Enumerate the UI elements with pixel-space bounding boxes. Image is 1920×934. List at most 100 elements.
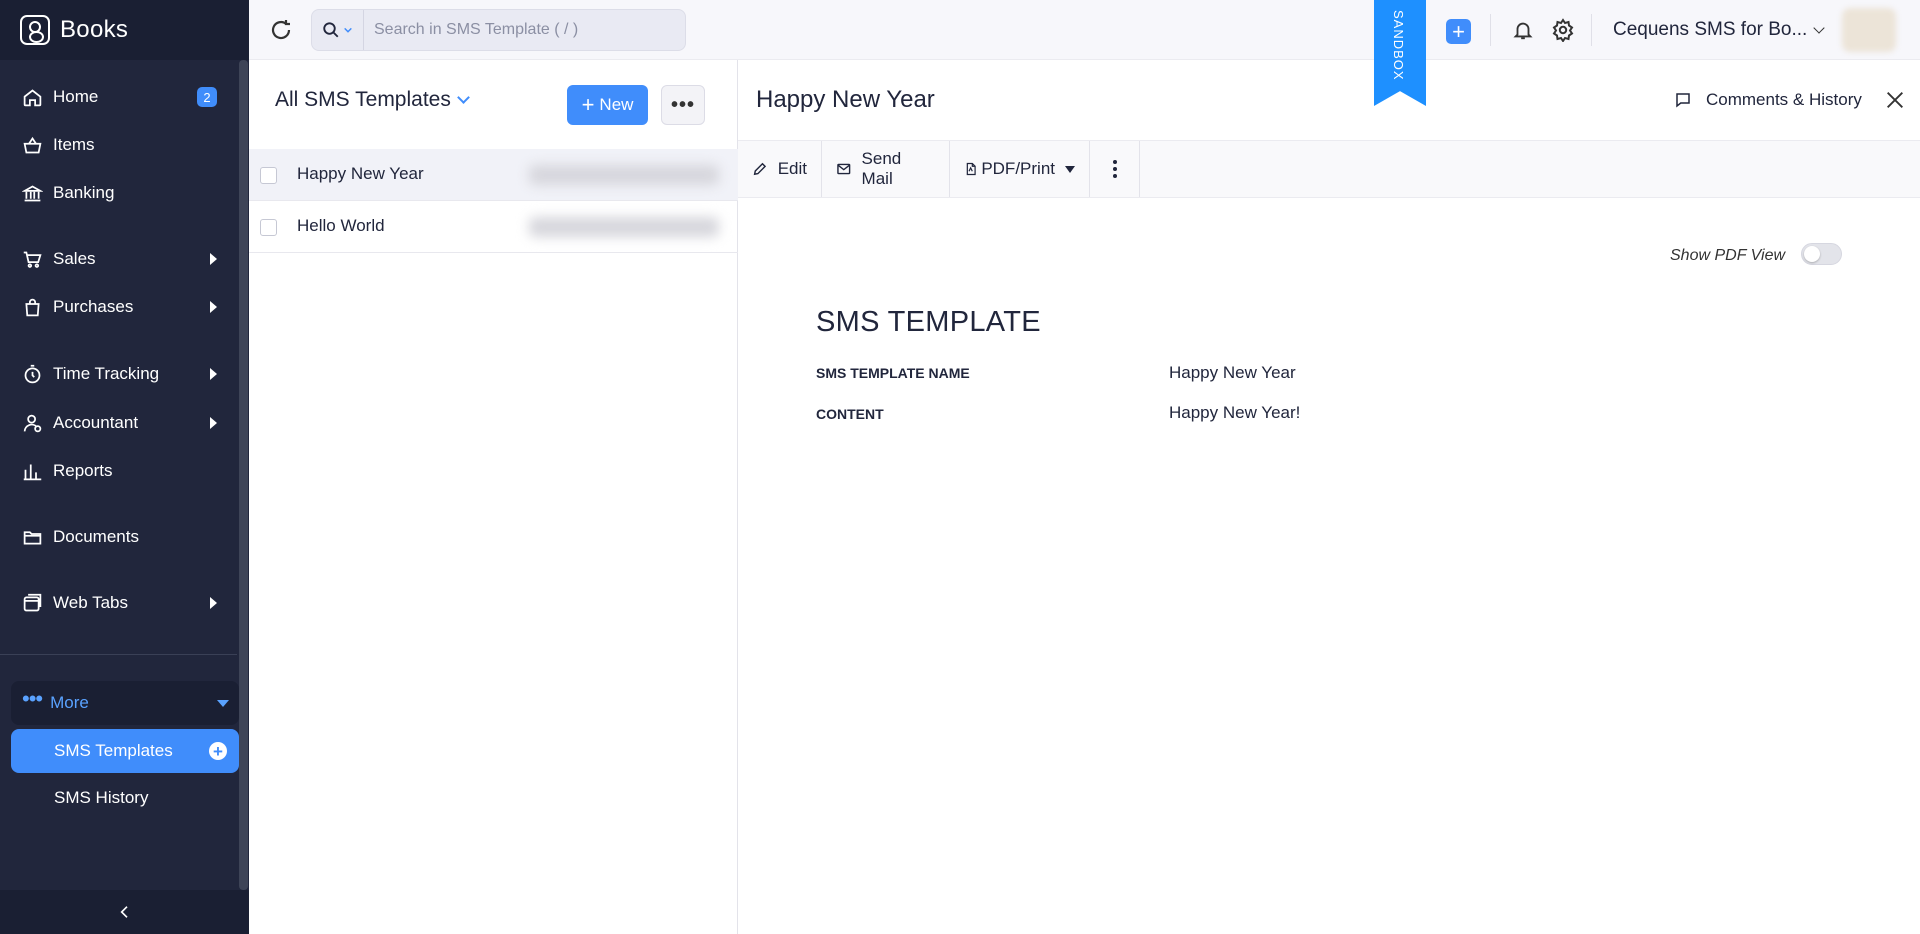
cart-icon: [23, 251, 42, 268]
submenu-caret-icon: [210, 368, 217, 380]
sidebar-item-sms-history[interactable]: SMS History: [11, 776, 239, 820]
user-icon: [23, 414, 42, 432]
bell-icon[interactable]: [1512, 19, 1534, 41]
redacted-content: [529, 165, 719, 185]
app-logo[interactable]: Books: [0, 0, 249, 60]
document-heading: SMS TEMPLATE: [816, 306, 1041, 338]
timer-icon: [24, 364, 41, 383]
submenu-caret-icon: [210, 417, 217, 429]
sidebar-item-web-tabs[interactable]: Web Tabs: [0, 581, 237, 625]
sidebar-scrollbar[interactable]: [239, 60, 248, 890]
detail-pane: Happy New Year Comments & History Edit S…: [738, 60, 1920, 934]
more-options-button[interactable]: [1090, 141, 1140, 197]
home-icon: [23, 88, 42, 106]
sidebar-divider: [0, 654, 237, 655]
new-button[interactable]: + New: [567, 85, 648, 125]
dropdown-caret-icon: [1065, 165, 1075, 173]
row-checkbox[interactable]: [260, 219, 277, 236]
sidebar-item-label: Sales: [53, 249, 96, 268]
redacted-content: [529, 217, 719, 237]
sidebar-item-accountant[interactable]: Accountant: [0, 401, 237, 445]
sidebar-item-documents[interactable]: Documents: [0, 515, 237, 559]
gear-icon[interactable]: [1551, 18, 1575, 42]
sandbox-ribbon: SANDBOX: [1374, 0, 1426, 106]
comments-history-button[interactable]: Comments & History: [1674, 90, 1862, 110]
chevron-left-icon: [119, 906, 128, 918]
kebab-menu-icon: [1112, 160, 1117, 178]
edit-label: Edit: [777, 159, 807, 178]
sidebar-item-purchases[interactable]: Purchases: [0, 285, 237, 329]
comments-history-label: Comments & History: [1706, 90, 1862, 109]
sandbox-label: SANDBOX: [1391, 10, 1406, 81]
table-row[interactable]: Hello World: [249, 201, 738, 253]
sidebar-item-home[interactable]: Home 2: [0, 75, 237, 119]
sidebar-item-label: Banking: [53, 183, 115, 202]
pdf-file-icon: [966, 162, 976, 176]
add-sms-template-icon[interactable]: +: [209, 742, 227, 760]
topbar-divider: [1490, 14, 1491, 46]
plus-icon: +: [581, 92, 595, 117]
sidebar-item-label: SMS History: [54, 788, 149, 807]
show-pdf-view-toggle[interactable]: [1801, 243, 1842, 265]
field-value-content: Happy New Year!: [1169, 403, 1301, 422]
tabs-icon: [23, 593, 42, 611]
bar-chart-icon: [23, 464, 42, 480]
row-name: Happy New Year: [297, 164, 424, 183]
table-row[interactable]: Happy New Year: [249, 149, 738, 201]
view-title: All SMS Templates: [275, 88, 451, 111]
pencil-icon: [753, 162, 767, 176]
search-box: [311, 9, 686, 51]
search-icon: [323, 22, 339, 38]
pdf-print-button[interactable]: PDF/Print: [950, 141, 1090, 197]
list-pane: All SMS Templates + New ••• Happy New Ye…: [249, 60, 738, 934]
sidebar-item-items[interactable]: Items: [0, 123, 237, 167]
more-dots-icon: •••: [22, 686, 43, 711]
collapse-sidebar-button[interactable]: [0, 890, 249, 934]
close-icon[interactable]: [1884, 89, 1906, 111]
refresh-icon[interactable]: [269, 18, 293, 42]
sidebar-item-sales[interactable]: Sales: [0, 237, 237, 281]
quick-create-button[interactable]: +: [1446, 19, 1471, 44]
sidebar-item-label: Web Tabs: [53, 593, 128, 612]
chevron-down-icon: [1813, 21, 1825, 34]
row-name: Hello World: [297, 216, 385, 235]
send-mail-button[interactable]: Send Mail: [822, 141, 950, 197]
field-label-content: CONTENT: [816, 406, 884, 422]
chevron-down-icon: [217, 700, 229, 707]
chevron-down-icon: [456, 90, 470, 104]
sidebar-item-banking[interactable]: Banking: [0, 171, 237, 215]
submenu-caret-icon: [210, 597, 217, 609]
more-actions-button[interactable]: •••: [661, 85, 705, 125]
pdf-print-label: PDF/Print: [981, 159, 1055, 178]
books-logo-icon: [20, 15, 50, 45]
field-value-template-name: Happy New Year: [1169, 363, 1296, 382]
new-button-label: New: [599, 95, 634, 114]
sidebar-item-label: Items: [53, 135, 95, 154]
basket-icon: [23, 136, 42, 153]
sidebar-more[interactable]: ••• More: [11, 681, 239, 725]
search-input[interactable]: [364, 21, 664, 39]
page-title: Happy New Year: [756, 86, 935, 113]
more-label: More: [50, 693, 89, 712]
sidebar-item-sms-templates[interactable]: SMS Templates +: [11, 729, 239, 773]
show-pdf-view-label: Show PDF View: [1670, 247, 1786, 264]
sidebar-item-label: Purchases: [53, 297, 134, 316]
toggle-knob: [1804, 246, 1820, 262]
organization-name: Cequens SMS for Bo...: [1613, 19, 1808, 40]
sidebar-item-reports[interactable]: Reports: [0, 449, 237, 493]
search-scope-dropdown[interactable]: [312, 10, 364, 50]
edit-button[interactable]: Edit: [738, 141, 822, 197]
field-label-template-name: SMS TEMPLATE NAME: [816, 365, 970, 381]
organization-switcher[interactable]: Cequens SMS for Bo...: [1613, 19, 1825, 41]
top-bar: SANDBOX + Cequens SMS for Bo...: [249, 0, 1920, 106]
avatar[interactable]: [1842, 8, 1896, 52]
submenu-caret-icon: [210, 301, 217, 313]
detail-toolbar: Edit Send Mail PDF/Print: [738, 140, 1920, 198]
view-selector[interactable]: All SMS Templates: [275, 88, 470, 112]
bank-icon: [22, 184, 43, 201]
list-header: All SMS Templates + New •••: [249, 60, 738, 148]
sidebar-item-time-tracking[interactable]: Time Tracking: [0, 352, 237, 396]
comment-icon: [1676, 93, 1690, 108]
sidebar-item-label: SMS Templates: [54, 741, 173, 760]
row-checkbox[interactable]: [260, 167, 277, 184]
